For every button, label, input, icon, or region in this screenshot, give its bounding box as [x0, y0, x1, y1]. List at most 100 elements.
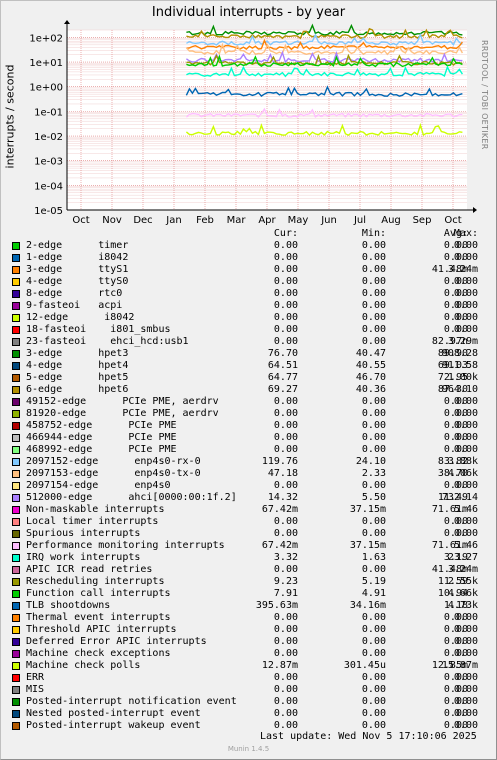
legend-cur-value: 0.00 — [273, 300, 298, 311]
legend-cur-value: 0.00 — [273, 516, 298, 527]
legend-row: 468992-edge PCIe PME 0.00 0.00 0.00 0.00 — [12, 444, 482, 456]
legend-swatch — [12, 266, 20, 274]
legend-min-value: 0.00 — [361, 432, 386, 443]
legend-label: 2097152-edge enp4s0-rx-0 — [26, 456, 201, 467]
legend-cur-value: 0.00 — [273, 324, 298, 335]
x-tick-label: Dec — [133, 215, 152, 226]
legend-swatch — [12, 446, 20, 454]
x-tick-label: Oct — [444, 215, 461, 226]
legend-row: 18-fasteoi i801_smbus 0.00 0.00 0.00 0.00 — [12, 324, 482, 336]
legend-cur-value: 0.00 — [273, 720, 298, 731]
legend-cur-value: 0.00 — [273, 432, 298, 443]
legend-cur-value: 0.00 — [273, 252, 298, 263]
header-cur: Cur: — [273, 228, 298, 239]
legend-label: Performance monitoring interrupts — [26, 540, 225, 551]
x-tick-label: Jul — [353, 215, 366, 226]
legend-cur-value: 0.00 — [273, 672, 298, 683]
legend-swatch — [12, 398, 20, 406]
legend-min-value: 0.00 — [361, 300, 386, 311]
legend-min-value: 0.00 — [361, 696, 386, 707]
legend-swatch — [12, 422, 20, 430]
legend-row: Function call interrupts 7.91 4.91 10.94 4.6… — [12, 588, 482, 600]
legend-cur-value: 0.00 — [273, 708, 298, 719]
legend-max-value: 0.00 — [453, 240, 478, 251]
legend-swatch — [12, 602, 20, 610]
legend-swatch — [12, 554, 20, 562]
legend-max-value: 0.00 — [453, 516, 478, 527]
legend-row: 458752-edge PCIe PME 0.00 0.00 0.00 0.00 — [12, 420, 482, 432]
legend-min-value: 0.00 — [361, 624, 386, 635]
legend-swatch — [12, 302, 20, 310]
legend-min-value: 0.00 — [361, 720, 386, 731]
legend-row: MIS 0.00 0.00 0.00 0.00 — [12, 684, 482, 696]
legend-cur-value: 0.00 — [273, 684, 298, 695]
legend-row: 512000-edge ahci[0000:00:1f.2] 14.32 5.50 1… — [12, 492, 482, 504]
legend-cur-value: 0.00 — [273, 264, 298, 275]
legend-label: Posted-interrupt wakeup event — [26, 720, 201, 731]
legend-label: Deferred Error APIC interrupts — [26, 636, 207, 647]
legend-min-value: 0.00 — [361, 648, 386, 659]
legend-row: 5-edge hpet5 64.77 46.70 72.95 1.00k — [12, 372, 482, 384]
legend-label: Nested posted-interrupt event — [26, 708, 201, 719]
legend-label: 49152-edge PCIe PME, aerdrv — [26, 396, 219, 407]
legend-label: 512000-edge ahci[0000:00:1f.2] — [26, 492, 237, 503]
legend-cur-value: 0.00 — [273, 624, 298, 635]
x-tick-label: Aug — [381, 215, 401, 226]
legend-label: Non-maskable interrupts — [26, 504, 165, 515]
legend-swatch — [12, 410, 20, 418]
legend-min-value: 37.15m — [349, 504, 386, 515]
legend-max-value: 964.10 — [441, 384, 478, 395]
y-tick-label: 1e-01 — [34, 107, 63, 118]
legend-swatch — [12, 242, 20, 250]
legend-cur-value: 14.32 — [267, 492, 298, 503]
legend-max-value: 0.00 — [453, 708, 478, 719]
legend-cur-value: 0.00 — [273, 408, 298, 419]
legend-cur-value: 64.51 — [267, 360, 298, 371]
legend-max-value: 0.00 — [453, 672, 478, 683]
legend-swatch — [12, 674, 20, 682]
x-tick-label: Jun — [320, 215, 337, 226]
legend-cur-value: 47.18 — [267, 468, 298, 479]
legend-cur-value: 64.77 — [267, 372, 298, 383]
legend-row: Performance monitoring interrupts 67.42m 3… — [12, 540, 482, 552]
legend-row: 8-edge rtc0 0.00 0.00 0.00 0.00 — [12, 288, 482, 300]
legend-swatch — [12, 374, 20, 382]
legend-row: 4-edge hpet4 64.51 40.55 69.03 911.58 — [12, 360, 482, 372]
legend-min-value: 2.33 — [361, 468, 386, 479]
legend-label: 3-edge ttyS1 — [26, 264, 129, 275]
munin-version: Munin 1.4.5 — [227, 745, 270, 753]
legend-label: 458752-edge PCIe PME — [26, 420, 177, 431]
legend-max-value: 4.66k — [447, 588, 478, 599]
legend-row: TLB shootdowns 395.63m 34.16m 1.18 4.73k — [12, 600, 482, 612]
legend-cur-value: 3.32 — [273, 552, 298, 563]
legend-label: 1-edge i8042 — [26, 252, 129, 263]
legend-row: 2097152-edge enp4s0-rx-0 119.76 24.10 83.82… — [12, 456, 482, 468]
legend-label: 5-edge hpet5 — [26, 372, 129, 383]
legend-max-value: 0.00 — [453, 720, 478, 731]
x-tick-label: Apr — [258, 215, 276, 226]
legend-label: Posted-interrupt notification event — [26, 696, 237, 707]
legend-swatch — [12, 254, 20, 262]
legend-label: Function call interrupts — [26, 588, 171, 599]
legend-max-value: 3.29m — [447, 336, 478, 347]
legend-row: 81920-edge PCIe PME, aerdrv 0.00 0.00 0.00 0… — [12, 408, 482, 420]
legend-max-value: 2.55k — [447, 576, 478, 587]
legend-min-value: 0.00 — [361, 276, 386, 287]
legend-min-value: 0.00 — [361, 240, 386, 251]
legend-cur-value: 395.63m — [255, 600, 298, 611]
legend-swatch — [12, 710, 20, 718]
legend-min-value: 0.00 — [361, 684, 386, 695]
legend-row: 23-fasteoi ehci_hcd:usb1 0.00 0.00 82.97n 3.… — [12, 336, 482, 348]
plot-area: 1e+02 1e+01 1e+00 1e-01 1e-02 1e-03 1e-04 1e-05… — [29, 20, 477, 226]
legend-max-value: 5.46 — [453, 504, 478, 515]
y-tick-label: 1e+01 — [29, 58, 63, 69]
legend-swatch — [12, 362, 20, 370]
legend-cur-value: 0.00 — [273, 312, 298, 323]
legend-max-value: 0.00 — [453, 444, 478, 455]
legend-max-value: 0.00 — [453, 324, 478, 335]
legend-row: 3-edge ttyS1 0.00 0.00 41.48m 3.24m — [12, 264, 482, 276]
legend-swatch — [12, 722, 20, 730]
legend-label: Rescheduling interrupts — [26, 576, 165, 587]
legend-row: 12-edge i8042 0.00 0.00 0.00 0.00 — [12, 312, 482, 324]
legend-row: 1-edge i8042 0.00 0.00 0.00 0.00 — [12, 252, 482, 264]
